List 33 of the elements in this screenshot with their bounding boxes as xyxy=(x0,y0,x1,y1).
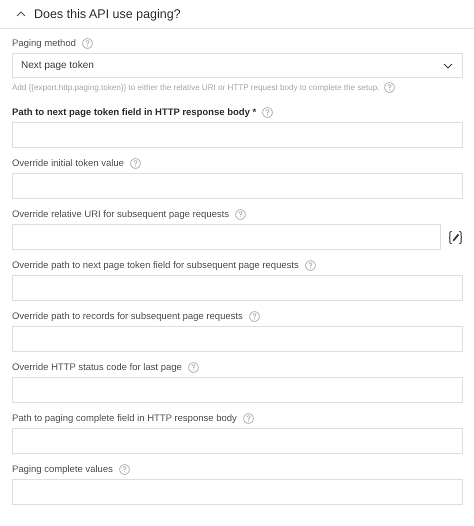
input-field[interactable] xyxy=(12,377,463,403)
input-field[interactable] xyxy=(12,173,463,199)
input-field[interactable] xyxy=(12,428,463,454)
section-title: Does this API use paging? xyxy=(34,7,181,21)
field-label: Override relative URI for subsequent page requests xyxy=(12,208,230,220)
help-icon[interactable] xyxy=(188,362,199,372)
help-icon[interactable] xyxy=(304,260,316,270)
help-icon[interactable] xyxy=(82,38,93,48)
braces-pencil-icon[interactable] xyxy=(448,230,463,244)
input-field[interactable] xyxy=(12,326,463,352)
field-label: Override initial token value xyxy=(12,158,124,168)
field-label: Override path to next page token field for subsequent page requests xyxy=(12,260,299,270)
field-label: Paging complete values xyxy=(12,464,113,474)
field-label: Override HTTP status code for last page xyxy=(12,362,182,372)
help-icon[interactable] xyxy=(242,412,254,424)
help-icon[interactable] xyxy=(262,106,274,118)
help-icon[interactable] xyxy=(130,158,141,168)
help-icon[interactable] xyxy=(248,310,260,322)
hint-text: Add {{export.http.paging.token}} to either the relative URI or HTTP request body to complete the setup. xyxy=(12,83,380,92)
input-field[interactable] xyxy=(12,479,463,505)
help-icon[interactable] xyxy=(235,208,246,220)
chevron-down-icon xyxy=(443,62,453,68)
input-field[interactable] xyxy=(12,224,441,250)
help-icon[interactable] xyxy=(384,82,396,93)
section-header[interactable]: Does this API use paging? xyxy=(0,0,474,29)
field-label: Override path to records for subsequent page requests xyxy=(12,310,243,322)
paging-method-dropdown[interactable]: Next page token xyxy=(12,53,463,78)
input-field[interactable] xyxy=(12,275,463,301)
input-field[interactable] xyxy=(12,122,463,148)
help-icon[interactable] xyxy=(118,464,130,474)
field-label: Path to paging complete field in HTTP response body xyxy=(12,412,237,424)
field-label: Path to next page token field in HTTP response body * xyxy=(12,106,256,118)
field-label: Paging method xyxy=(12,38,76,48)
